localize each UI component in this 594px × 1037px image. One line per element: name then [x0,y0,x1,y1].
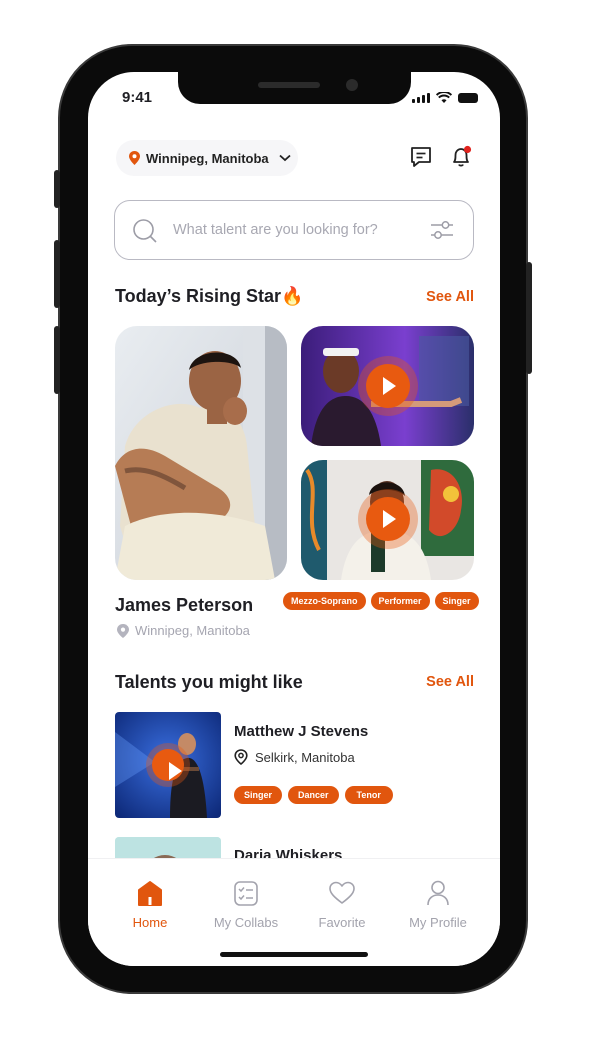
speaker [258,82,320,88]
message-icon[interactable] [408,144,434,170]
rising-video-2[interactable] [301,460,474,580]
tab-profile-label: My Profile [409,915,467,930]
rising-star-location: Winnipeg, Manitoba [117,623,250,638]
rising-see-all-link[interactable]: See All [426,289,474,305]
search-bar [114,200,474,260]
talent-tags: Singer Dancer Tenor [234,786,393,804]
filter-icon[interactable] [429,218,455,242]
volume-up-button [54,240,60,308]
tag[interactable]: Dancer [288,786,339,804]
status-time: 9:41 [122,89,153,106]
status-icons [412,92,478,104]
tab-my-collabs[interactable]: My Collabs [201,879,291,930]
search-icon [133,219,157,243]
tab-home-label: Home [132,915,168,930]
location-pin-icon [234,749,248,765]
home-indicator[interactable] [220,952,368,957]
talent-thumbnail[interactable] [115,712,221,818]
talents-see-all-link[interactable]: See All [426,674,474,690]
app-screen: 9:41 Winnipeg, Manitoba What talent are … [88,72,500,966]
home-icon [138,881,162,906]
bottom-navigation: Home My Collabs Favorite My Profile [88,858,500,966]
talent-location-label: Selkirk, Manitoba [255,749,355,765]
rising-location-label: Winnipeg, Manitoba [135,623,250,638]
location-pin-icon [117,623,129,638]
notch [178,72,411,104]
location-selector[interactable]: Winnipeg, Manitoba [116,140,298,176]
rising-star-name[interactable]: James Peterson [115,595,253,616]
play-button[interactable] [366,497,410,541]
rising-video-1[interactable] [301,326,474,446]
signal-icon [412,93,430,103]
tab-home[interactable]: Home [105,879,195,930]
tag[interactable]: Performer [370,592,430,610]
heart-icon [329,881,355,904]
rising-star-photo[interactable] [115,326,287,580]
tag[interactable]: Mezzo-Soprano [283,592,366,610]
talent-name[interactable]: Matthew J Stevens [234,723,368,740]
rising-star-title: Today’s Rising Star🔥 [115,286,304,306]
battery-icon [458,93,478,103]
chevron-down-icon [279,154,291,162]
talent-location: Selkirk, Manitoba [234,749,355,765]
tag[interactable]: Singer [234,786,283,804]
rising-tags: Mezzo-Soprano Performer Singer [283,592,479,610]
tab-favorite[interactable]: Favorite [297,879,387,930]
play-button[interactable] [152,749,184,781]
collabs-icon [234,881,258,906]
front-camera [346,79,358,91]
tag[interactable]: Singer [434,592,479,610]
tab-my-profile[interactable]: My Profile [393,879,483,930]
play-button[interactable] [366,364,410,408]
search-input[interactable] [173,219,413,241]
tag[interactable]: Tenor [344,786,393,804]
power-button [526,262,532,374]
wifi-icon [436,92,452,103]
location-pin-icon [129,151,140,165]
talents-title: Talents you might like [115,672,303,692]
tab-collabs-label: My Collabs [213,915,279,930]
tab-favorite-label: Favorite [318,915,366,930]
volume-down-button [54,326,60,394]
profile-icon [427,880,449,906]
mute-switch [54,170,60,208]
location-label: Winnipeg, Manitoba [146,150,269,166]
notification-bell-icon[interactable] [448,144,474,170]
